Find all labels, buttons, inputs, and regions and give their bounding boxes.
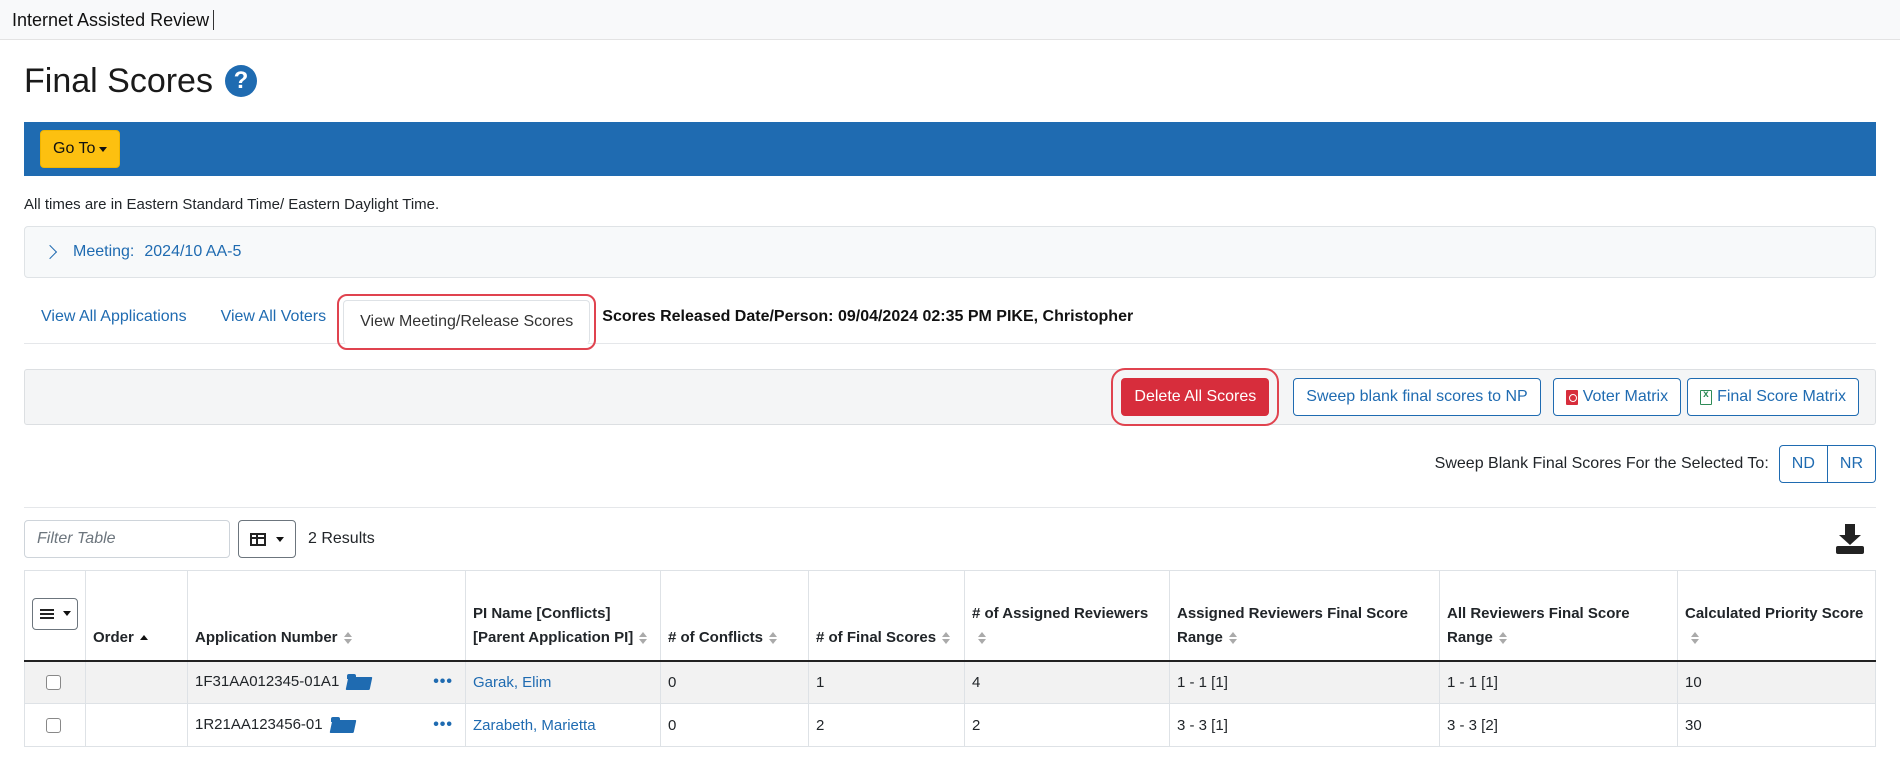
scores-released-info: Scores Released Date/Person: 09/04/2024 … <box>602 307 1134 325</box>
sort-icon <box>1498 631 1507 644</box>
scores-table: Order Application Number PI Name [Confli… <box>24 570 1876 747</box>
row-menu-button[interactable] <box>32 597 78 630</box>
tab-view-all-applications[interactable]: View All Applications <box>24 290 204 344</box>
voter-matrix-label: Voter Matrix <box>1582 388 1669 405</box>
sort-icon <box>343 631 352 644</box>
table-header-row: Order Application Number PI Name [Confli… <box>24 570 1876 662</box>
sort-asc-icon <box>139 632 148 644</box>
sort-icon <box>769 631 778 644</box>
sort-icon <box>978 631 986 644</box>
app-title: Internet Assisted Review <box>12 9 215 30</box>
cell-priority-score: 10 <box>1677 660 1876 704</box>
top-bar: Internet Assisted Review <box>0 0 1900 40</box>
header-all-range[interactable]: All Reviewers Final Score Range <box>1439 570 1678 662</box>
final-score-matrix-label: Final Score Matrix <box>1717 388 1846 405</box>
header-application-number[interactable]: Application Number <box>187 570 466 662</box>
cell-application-number: 1F31AA012345-01A1 ••• <box>187 660 466 704</box>
delete-all-scores-button[interactable]: Delete All Scores <box>1111 368 1280 426</box>
sort-icon <box>1228 631 1237 644</box>
table-row: 1F31AA012345-01A1 ••• Garak, Elim 0 1 4 … <box>24 660 1876 704</box>
column-chooser-button[interactable] <box>238 520 296 558</box>
cell-pi-name-link[interactable]: Zarabeth, Marietta <box>465 703 661 747</box>
voter-matrix-button[interactable]: Voter Matrix <box>1552 378 1682 416</box>
header-order[interactable]: Order <box>85 570 188 662</box>
sweep-nr-button[interactable]: NR <box>1827 445 1876 483</box>
meeting-label: Meeting: <box>73 243 135 260</box>
chevron-right-icon <box>42 244 58 260</box>
tab-view-all-voters[interactable]: View All Voters <box>204 290 344 344</box>
cell-conflicts: 0 <box>660 660 809 704</box>
cell-assigned-reviewers: 2 <box>964 703 1170 747</box>
caret-down-icon <box>99 146 108 152</box>
sort-icon <box>1691 631 1699 644</box>
results-count: 2 Results <box>308 530 375 547</box>
sort-icon <box>639 631 648 644</box>
cell-conflicts: 0 <box>660 703 809 747</box>
folder-open-icon[interactable] <box>347 674 371 690</box>
table-row: 1R21AA123456-01 ••• Zarabeth, Marietta 0… <box>24 703 1876 747</box>
cell-all-range: 3 - 3 [2] <box>1439 703 1678 747</box>
title-row: Final Scores ? <box>24 40 1876 122</box>
cell-assigned-range: 3 - 3 [1] <box>1169 703 1440 747</box>
action-toolbar: Delete All Scores Sweep blank final scor… <box>24 368 1876 426</box>
pdf-file-icon <box>1565 389 1578 405</box>
cell-order <box>85 660 188 704</box>
more-options-icon[interactable]: ••• <box>433 716 453 734</box>
folder-open-icon[interactable] <box>330 717 355 733</box>
meeting-value: 2024/10 AA-5 <box>144 243 242 260</box>
final-score-matrix-button[interactable]: Final Score Matrix <box>1687 378 1859 416</box>
navigation-banner: Go To <box>24 122 1876 176</box>
tabs-row: View All Applications View All Voters Vi… <box>24 290 1876 350</box>
page-container: Final Scores ? Go To All times are in Ea… <box>0 40 1900 747</box>
sweep-label: Sweep Blank Final Scores For the Selecte… <box>1434 455 1769 472</box>
sweep-selected-row: Sweep Blank Final Scores For the Selecte… <box>24 445 1876 483</box>
header-final-scores[interactable]: # of Final Scores <box>808 570 965 662</box>
header-assigned-reviewers[interactable]: # of Assigned Reviewers <box>964 570 1170 662</box>
section-divider <box>24 507 1876 508</box>
header-priority-score[interactable]: Calculated Priority Score <box>1677 570 1876 662</box>
filter-table-input[interactable] <box>24 520 230 558</box>
select-column-header <box>24 570 86 662</box>
sweep-nd-button[interactable]: ND <box>1778 445 1828 483</box>
more-options-icon[interactable]: ••• <box>433 673 453 691</box>
timezone-note: All times are in Eastern Standard Time/ … <box>24 196 440 213</box>
sort-icon <box>942 631 951 644</box>
hamburger-icon <box>39 608 54 619</box>
cell-final-scores: 2 <box>808 703 965 747</box>
excel-file-icon <box>1700 389 1713 405</box>
cell-order <box>85 703 188 747</box>
sweep-np-button[interactable]: Sweep blank final scores to NP <box>1293 378 1541 416</box>
cell-assigned-reviewers: 4 <box>964 660 1170 704</box>
caret-down-icon <box>276 536 284 542</box>
header-assigned-range[interactable]: Assigned Reviewers Final Score Range <box>1169 570 1440 662</box>
cell-all-range: 1 - 1 [1] <box>1439 660 1678 704</box>
tab-view-meeting-release-scores[interactable]: View Meeting/Release Scores <box>337 293 597 350</box>
meeting-accordion[interactable]: Meeting: 2024/10 AA-5 <box>24 226 1876 278</box>
cell-pi-name-link[interactable]: Garak, Elim <box>465 660 661 704</box>
row-checkbox[interactable] <box>46 717 61 733</box>
table-columns-icon <box>250 532 266 546</box>
download-icon[interactable] <box>1836 524 1864 554</box>
cell-priority-score: 30 <box>1677 703 1876 747</box>
cell-application-number: 1R21AA123456-01 ••• <box>187 703 466 747</box>
row-checkbox[interactable] <box>46 674 61 690</box>
caret-down-icon <box>62 611 71 616</box>
cell-assigned-range: 1 - 1 [1] <box>1169 660 1440 704</box>
page-title: Final Scores <box>24 61 213 100</box>
cell-final-scores: 1 <box>808 660 965 704</box>
header-conflicts[interactable]: # of Conflicts <box>660 570 809 662</box>
filter-row: 2 Results <box>24 520 1876 558</box>
help-icon[interactable]: ? <box>224 65 257 97</box>
goto-dropdown-button[interactable]: Go To <box>40 130 121 168</box>
sweep-button-group: ND NR <box>1778 445 1876 483</box>
goto-label: Go To <box>53 140 96 157</box>
header-pi-name[interactable]: PI Name [Conflicts] [Parent Application … <box>465 570 661 662</box>
